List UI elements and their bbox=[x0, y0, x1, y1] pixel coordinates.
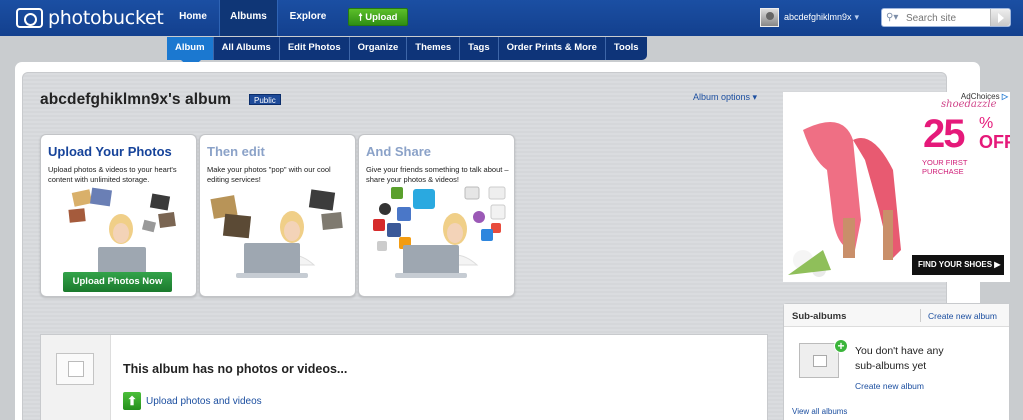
search-input[interactable] bbox=[906, 11, 984, 25]
upload-photos-now-button[interactable]: Upload Photos Now bbox=[63, 272, 172, 292]
subnav-edit-photos[interactable]: Edit Photos bbox=[280, 37, 350, 60]
card-title: Upload Your Photos bbox=[48, 144, 172, 159]
page-title: abcdefghiklmn9x's album bbox=[40, 91, 232, 108]
sub-albums-panel: Sub-albums Create new album + You don't … bbox=[783, 303, 1010, 420]
subnav-themes[interactable]: Themes bbox=[407, 37, 461, 60]
subnav-tools[interactable]: Tools bbox=[606, 37, 647, 60]
card-description: Upload photos & videos to your heart's c… bbox=[48, 165, 177, 184]
upload-arrow-icon[interactable]: ⬆ bbox=[123, 392, 141, 410]
edit-step-card: Then edit Make your photos "pop" with ou… bbox=[199, 134, 356, 297]
create-new-album-link[interactable]: Create new album bbox=[928, 311, 997, 321]
share-step-card: And Share Give your friends something to… bbox=[358, 134, 515, 297]
upload-illustration bbox=[68, 187, 176, 278]
adchoices-icon: ▷ bbox=[1001, 92, 1008, 101]
no-sub-albums-message: You don't have any sub-albums yet bbox=[855, 345, 944, 372]
share-illustration bbox=[373, 186, 506, 278]
up-arrow-icon: 🠕 bbox=[358, 12, 363, 23]
subnav-all-albums[interactable]: All Albums bbox=[214, 37, 280, 60]
empty-album-title: This album has no photos or videos... bbox=[123, 362, 348, 376]
empty-album-icon bbox=[799, 343, 839, 378]
ad-percent: 25 bbox=[923, 112, 965, 156]
subnav-order-prints[interactable]: Order Prints & More bbox=[499, 37, 606, 60]
upload-label: Upload bbox=[365, 12, 398, 23]
top-nav-bar: photobucket Home Albums Explore 🠕 Upload… bbox=[0, 0, 1023, 36]
ad-brand: shoedazzle bbox=[941, 99, 997, 110]
divider bbox=[920, 309, 921, 322]
avatar bbox=[760, 7, 779, 27]
subnav-organize[interactable]: Organize bbox=[350, 37, 408, 60]
username: abcdefghiklmn9x bbox=[784, 12, 852, 22]
ad-percent-sign: % bbox=[979, 115, 994, 132]
upload-button[interactable]: 🠕 Upload bbox=[348, 8, 408, 26]
card-title: And Share bbox=[366, 144, 432, 159]
album-options-link[interactable]: Album options ▾ bbox=[693, 92, 757, 103]
empty-album-panel: This album has no photos or videos... ⬆ … bbox=[40, 334, 768, 420]
visibility-badge[interactable]: Public bbox=[249, 94, 281, 105]
photo-placeholder-icon bbox=[56, 353, 94, 385]
plus-icon[interactable]: + bbox=[834, 339, 848, 353]
card-description: Give your friends something to talk abou… bbox=[366, 165, 509, 184]
chevron-down-icon: ▾ bbox=[854, 11, 860, 22]
search-go-button[interactable] bbox=[990, 9, 1010, 26]
nav-home[interactable]: Home bbox=[169, 0, 217, 36]
search-box: ⚲▾ bbox=[881, 8, 1011, 27]
camera-icon bbox=[16, 8, 43, 28]
user-menu[interactable]: abcdefghiklmn9x ▾ bbox=[760, 5, 859, 29]
sub-albums-header: Sub-albums Create new album bbox=[784, 304, 1009, 327]
view-all-albums-link[interactable]: View all albums bbox=[792, 407, 847, 416]
subnav-tags[interactable]: Tags bbox=[460, 37, 499, 60]
nav-albums[interactable]: Albums bbox=[219, 0, 278, 36]
sub-albums-title: Sub-albums bbox=[792, 311, 847, 322]
logo-text: photobucket bbox=[48, 7, 164, 29]
ad-off: OFF bbox=[979, 132, 1010, 152]
nav-explore[interactable]: Explore bbox=[280, 0, 336, 36]
upload-photos-link[interactable]: Upload photos and videos bbox=[146, 396, 262, 407]
edit-illustration bbox=[210, 189, 343, 278]
subnav-album[interactable]: Album bbox=[167, 37, 214, 60]
find-your-shoes-button[interactable]: FIND YOUR SHOES ▶ bbox=[912, 255, 1004, 275]
create-new-album-link-2[interactable]: Create new album bbox=[855, 381, 924, 391]
empty-thumb-column bbox=[41, 335, 111, 420]
card-title: Then edit bbox=[207, 144, 265, 159]
album-subnav: Album All Albums Edit Photos Organize Th… bbox=[167, 37, 647, 60]
shoe-image bbox=[788, 122, 901, 277]
card-description: Make your photos "pop" with our cool edi… bbox=[207, 165, 331, 184]
upload-step-card: Upload Your Photos Upload photos & video… bbox=[40, 134, 197, 297]
ad-subtext: YOUR FIRST PURCHASE bbox=[922, 158, 968, 176]
photobucket-logo[interactable]: photobucket bbox=[16, 7, 164, 29]
search-icon[interactable]: ⚲▾ bbox=[886, 12, 902, 24]
advertisement[interactable]: AdChoices ▷ shoedazzle 25 % OFF YOUR FIR… bbox=[783, 92, 1010, 282]
